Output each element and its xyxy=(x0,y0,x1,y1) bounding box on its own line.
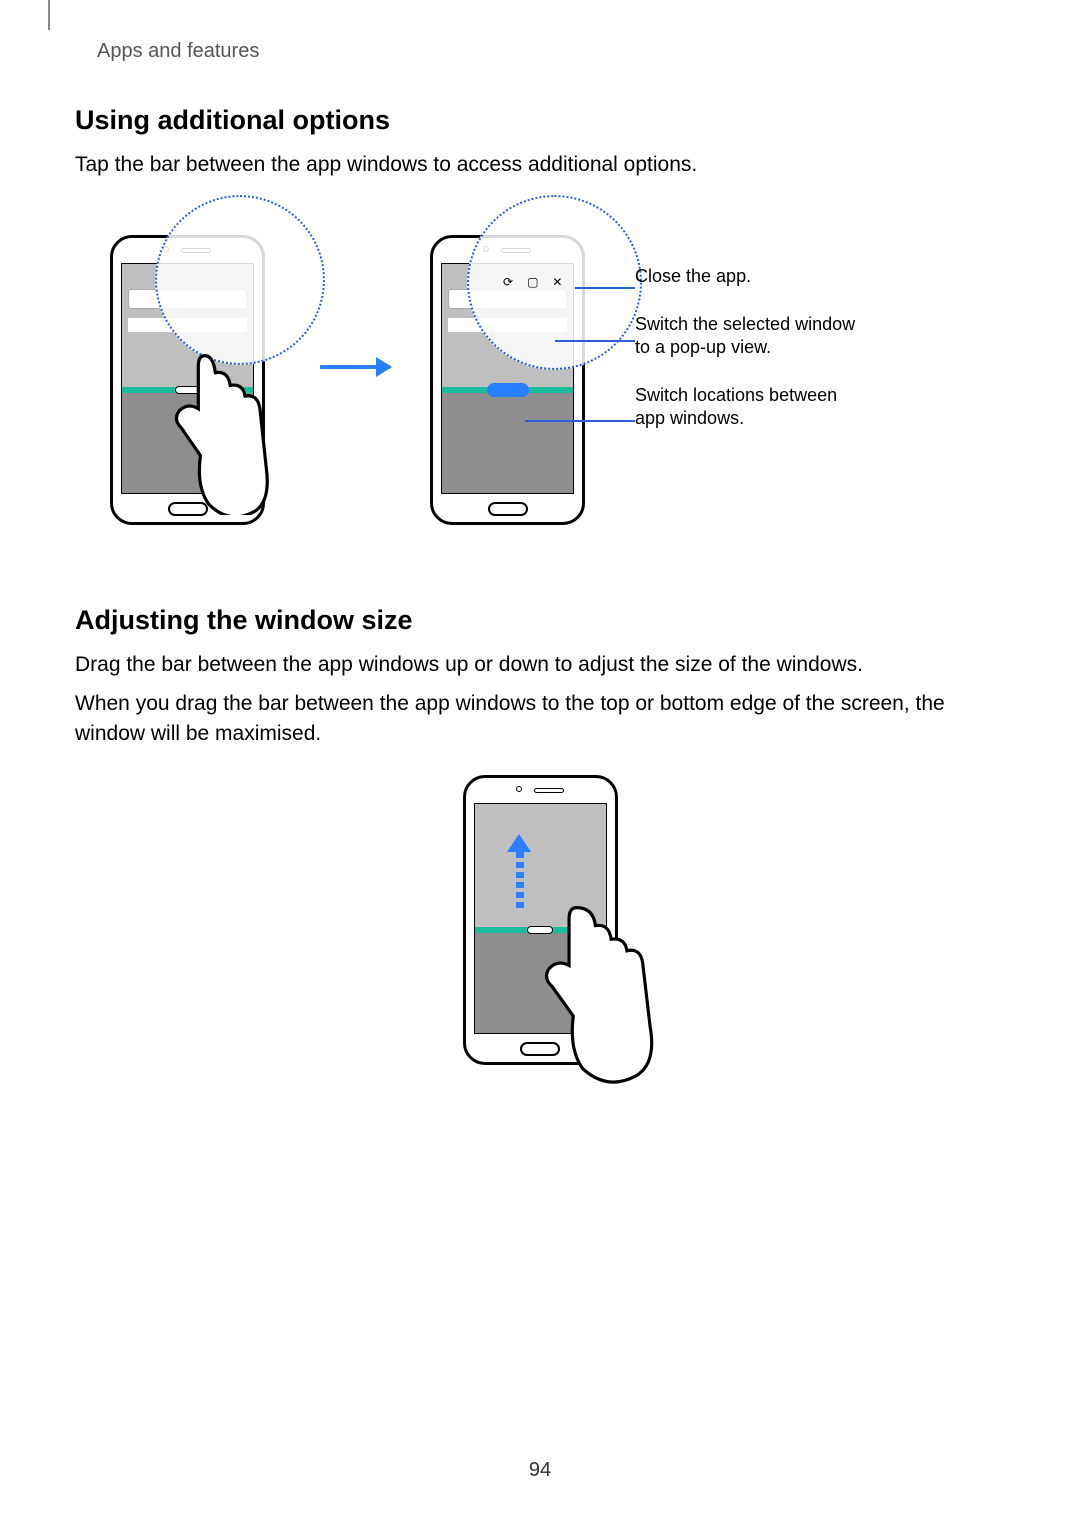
callout-labels: Close the app. Switch the selected windo… xyxy=(635,265,865,454)
bottom-app-pane xyxy=(442,390,573,493)
home-button xyxy=(488,502,528,516)
divider-handle-expanded xyxy=(487,383,529,397)
page-tab-mark xyxy=(48,0,50,30)
popup-view-icon: ▢ xyxy=(527,275,538,289)
callout-close-app: Close the app. xyxy=(635,265,865,288)
figure-adjust-window xyxy=(75,775,1005,1075)
callout-popup-view: Switch the selected window to a pop-up v… xyxy=(635,313,865,360)
close-app-icon: ✕ xyxy=(552,275,562,289)
magnify-bubble-right: ⟳ ▢ ✕ xyxy=(467,195,642,370)
hand-icon xyxy=(145,345,275,515)
body-adjust-window-1: Drag the bar between the app windows up … xyxy=(75,650,1005,680)
hand-icon xyxy=(523,895,693,1095)
heading-additional-options: Using additional options xyxy=(75,105,1005,136)
arrow-right-icon xyxy=(320,365,390,369)
section-header: Apps and features xyxy=(97,40,259,63)
page-content: Using additional options Tap the bar bet… xyxy=(75,105,1005,1075)
arrow-up-icon xyxy=(515,834,525,904)
magnify-bubble-left xyxy=(155,195,325,365)
heading-adjust-window: Adjusting the window size xyxy=(75,605,1005,636)
switch-locations-icon: ⟳ xyxy=(503,275,513,289)
speaker-slot xyxy=(534,788,564,793)
camera-dot xyxy=(516,786,522,792)
callout-lead-line xyxy=(575,287,635,289)
body-additional-options: Tap the bar between the app windows to a… xyxy=(75,150,1005,180)
callout-lead-line xyxy=(525,420,635,422)
callout-switch-locations: Switch locations between app windows. xyxy=(635,384,865,431)
figure-additional-options: ⟳ ▢ ✕ Close the app. Switch the selected… xyxy=(75,205,1005,555)
body-adjust-window-2: When you drag the bar between the app wi… xyxy=(75,689,1005,750)
page-number: 94 xyxy=(0,1459,1080,1482)
callout-lead-line xyxy=(555,340,635,342)
